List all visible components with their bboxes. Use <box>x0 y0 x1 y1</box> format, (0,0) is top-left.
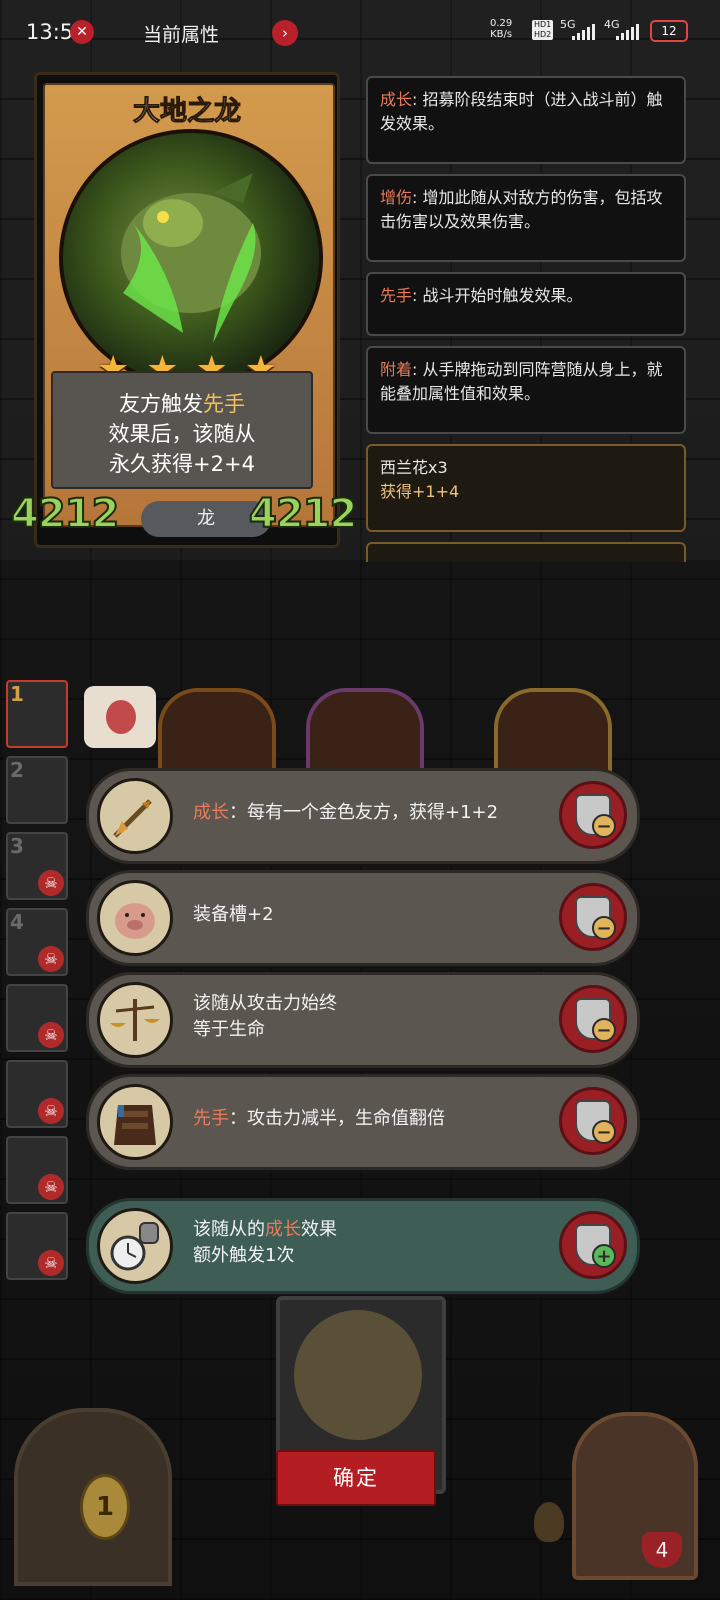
effect-keyword: 成长 <box>193 802 229 823</box>
keyword-text: : 从手牌拖动到同阵营随从身上，就能叠加属性值和效果。 <box>380 360 663 403</box>
effect-line: 额外触发1次 <box>193 1245 295 1266</box>
effect-line: 该随从攻击力始终 <box>193 993 337 1014</box>
party-slot[interactable]: 2 <box>6 756 68 824</box>
skull-icon: ☠ <box>38 946 64 972</box>
effect-text: 成长：每有一个金色友方，获得+1+2 <box>193 771 498 855</box>
effect-row-active: 该随从的成长效果 额外触发1次 + <box>86 1198 640 1294</box>
health-stat: 4212 <box>248 490 358 538</box>
skull-icon: ☠ <box>38 1250 64 1276</box>
keyword-info-first-strike: 先手: 战斗开始时触发效果。 <box>366 272 686 336</box>
effect-line: ：每有一个金色友方，获得+1+2 <box>229 802 499 823</box>
battery-icon: 12 <box>650 20 688 42</box>
chevron-right-icon[interactable]: › <box>272 20 298 46</box>
buff-entry: 西兰花x3 获得+1+4 <box>366 444 686 532</box>
minus-icon: − <box>592 1018 616 1042</box>
buff-entry-partial <box>366 542 686 562</box>
stopwatch-icon <box>294 1310 422 1440</box>
minus-icon: − <box>592 1120 616 1144</box>
status-bar: 13:59 ✕ 当前属性 › 0.29 KB/s HD1 HD2 5G 4G 1… <box>0 0 720 64</box>
effect-line: 等于生命 <box>193 1019 265 1040</box>
effect-row: 先手：攻击力减半，生命值翻倍 − <box>86 1074 640 1170</box>
effect-line: ：攻击力减半，生命值翻倍 <box>229 1108 445 1129</box>
plus-icon: + <box>592 1244 616 1268</box>
remove-effect-button[interactable]: − <box>559 985 627 1053</box>
chat-bubble-icon[interactable] <box>84 686 156 748</box>
desc-keyword: 先手 <box>203 392 245 416</box>
keyword-term: 附着 <box>380 360 413 379</box>
close-notification-icon[interactable]: ✕ <box>70 20 94 44</box>
slot-number: 2 <box>10 758 24 782</box>
keyword-info-attach: 附着: 从手牌拖动到同阵营随从身上，就能叠加属性值和效果。 <box>366 346 686 434</box>
network-speed: 0.29 KB/s <box>490 18 512 40</box>
party-slot[interactable]: 3 ☠ <box>6 832 68 900</box>
effect-row: 成长：每有一个金色友方，获得+1+2 − <box>86 768 640 864</box>
remove-effect-button[interactable]: − <box>559 883 627 951</box>
party-slot[interactable]: ☠ <box>6 1136 68 1204</box>
keyword-term: 先手 <box>380 286 413 305</box>
desc-text: 效果后，该随从 <box>108 422 256 446</box>
header-title: 当前属性 <box>143 24 220 46</box>
minion-card: 大地之龙 ★ ★ ★ ★ 友方触发先手 效果后，该随从 永久获得+2+4 421… <box>10 72 358 548</box>
minus-icon: − <box>592 814 616 838</box>
confirm-button[interactable]: 确定 <box>276 1450 436 1506</box>
keyword-text: : 增加此随从对敌方的伤害，包括攻击伤害以及效果伤害。 <box>380 188 663 231</box>
desc-text: 友方触发 <box>119 392 203 416</box>
attack-stat: 4212 <box>10 490 120 538</box>
keyword-info-growth: 成长: 招募阶段结束时（进入战斗前）触发效果。 <box>366 76 686 164</box>
keyword-text: : 招募阶段结束时（进入战斗前）触发效果。 <box>380 90 663 133</box>
effect-line: 该随从的 <box>193 1219 265 1240</box>
hd-indicator: HD1 HD2 <box>532 20 554 40</box>
slot-number: 3 <box>10 834 24 858</box>
buff-source: 西兰花x3 <box>380 458 448 477</box>
skull-icon: ☠ <box>38 1022 64 1048</box>
remove-effect-button[interactable]: − <box>559 781 627 849</box>
effect-text: 先手：攻击力减半，生命值翻倍 <box>193 1077 445 1161</box>
card-name: 大地之龙 <box>133 96 242 128</box>
skull-icon: ☠ <box>38 870 64 896</box>
keyword-term: 成长 <box>380 90 413 109</box>
effect-row: 该随从攻击力始终 等于生命 − <box>86 972 640 1068</box>
coin-counter: 1 <box>80 1474 130 1540</box>
keyword-term: 增伤 <box>380 188 413 207</box>
minus-icon: − <box>592 916 616 940</box>
card-description: 友方触发先手 效果后，该随从 永久获得+2+4 <box>51 371 313 489</box>
skull-icon: ☠ <box>38 1098 64 1124</box>
hd2-label: HD2 <box>534 30 552 39</box>
remove-effect-button[interactable]: − <box>559 1087 627 1155</box>
signal-bars-icon-2 <box>616 24 639 40</box>
party-slot[interactable]: 1 <box>6 680 68 748</box>
signal-bars-icon <box>572 24 595 40</box>
slot-number: 1 <box>10 682 24 706</box>
keyword-info-damage: 增伤: 增加此随从对敌方的伤害，包括攻击伤害以及效果伤害。 <box>366 174 686 262</box>
scales-icon <box>97 982 173 1058</box>
effect-line: 装备槽+2 <box>193 904 274 925</box>
effect-keyword: 成长 <box>265 1219 301 1240</box>
net-speed-unit: KB/s <box>490 29 513 40</box>
party-slot[interactable]: 4 ☠ <box>6 908 68 976</box>
party-slot[interactable]: ☠ <box>6 984 68 1052</box>
pig-icon <box>97 880 173 956</box>
add-effect-button[interactable]: + <box>559 1211 627 1279</box>
stopwatch-fist-icon <box>97 1208 173 1284</box>
party-slot[interactable]: ☠ <box>6 1060 68 1128</box>
slot-number: 4 <box>10 910 24 934</box>
party-slot[interactable]: ☠ <box>6 1212 68 1280</box>
effect-line: 效果 <box>301 1219 337 1240</box>
net-speed-value: 0.29 <box>490 18 513 29</box>
arrow-icon <box>97 778 173 854</box>
buff-value: 获得+1+4 <box>380 482 460 501</box>
skull-icon: ☠ <box>38 1174 64 1200</box>
desc-text: 永久获得+2+4 <box>109 452 255 476</box>
effect-text: 装备槽+2 <box>193 873 274 957</box>
effect-row: 装备槽+2 − <box>86 870 640 966</box>
effect-text: 该随从的成长效果 额外触发1次 <box>193 1201 337 1285</box>
effect-keyword: 先手 <box>193 1108 229 1129</box>
leaf-icon <box>534 1502 564 1542</box>
hd1-label: HD1 <box>534 20 552 29</box>
armor-icon <box>97 1084 173 1160</box>
effect-text: 该随从攻击力始终 等于生命 <box>193 975 337 1059</box>
keyword-text: : 战斗开始时触发效果。 <box>412 286 583 305</box>
